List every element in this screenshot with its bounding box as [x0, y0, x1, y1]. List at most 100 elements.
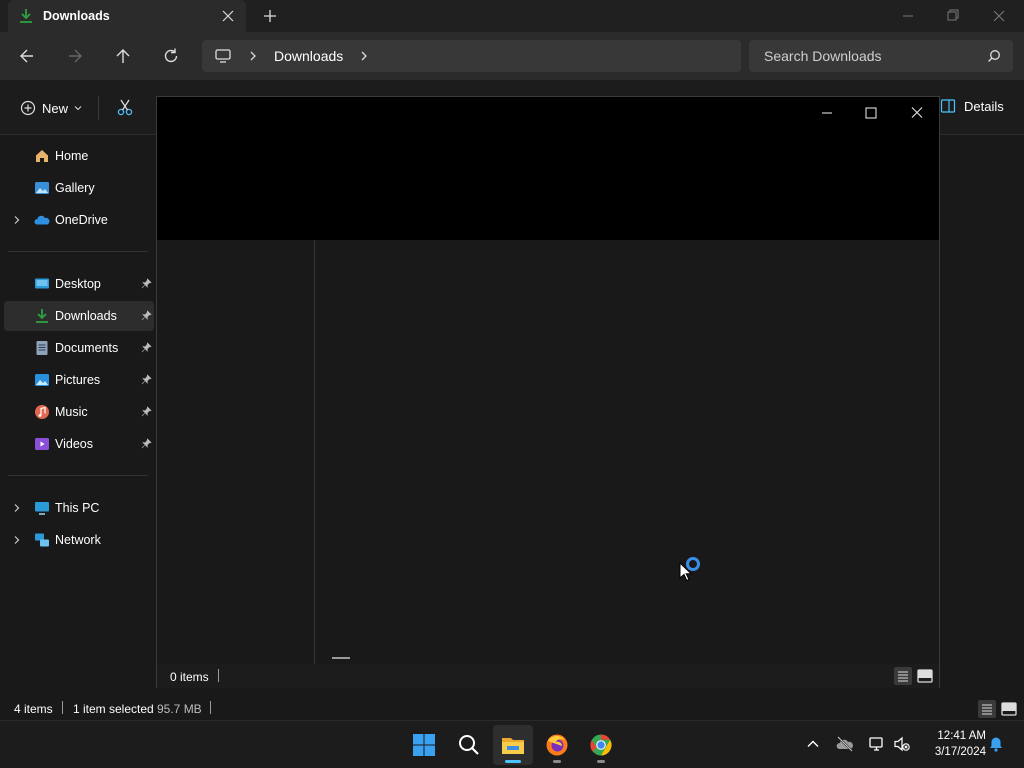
- dialog-content-area[interactable]: [316, 240, 939, 664]
- search-icon: [988, 50, 1000, 62]
- dialog-navigation-pane: [157, 240, 315, 664]
- status-bar: 4 items 1 item selected 95.7 MB: [0, 696, 1024, 720]
- search-button[interactable]: [449, 725, 489, 765]
- refresh-icon[interactable]: [161, 46, 181, 66]
- sidebar-item-downloads[interactable]: Downloads: [4, 301, 154, 331]
- large-icons-view-icon[interactable]: [915, 666, 935, 686]
- search-input[interactable]: Search Downloads: [764, 48, 882, 64]
- computer-icon: [215, 49, 231, 63]
- onedrive-offline-icon[interactable]: [836, 735, 854, 753]
- restore-icon[interactable]: [942, 6, 964, 26]
- chevron-right-icon[interactable]: [12, 215, 22, 225]
- details-button[interactable]: Details: [940, 98, 1004, 114]
- close-icon[interactable]: [906, 103, 928, 123]
- details-pane-icon: [940, 99, 956, 113]
- videos-icon: [35, 438, 49, 450]
- sidebar-item-onedrive[interactable]: OneDrive: [4, 205, 154, 235]
- dialog-item-count: 0 items: [170, 670, 209, 684]
- up-icon[interactable]: [113, 46, 133, 66]
- notification-bell-icon[interactable]: [987, 735, 1005, 753]
- details-view-icon[interactable]: [893, 666, 913, 686]
- chrome-icon: [590, 734, 612, 756]
- sidebar-item-pictures[interactable]: Pictures: [4, 365, 154, 395]
- sidebar-item-label: Documents: [55, 341, 119, 355]
- new-tab-icon[interactable]: [260, 6, 280, 26]
- pin-icon[interactable]: [141, 438, 152, 449]
- pin-icon[interactable]: [141, 406, 152, 417]
- cut-icon[interactable]: [116, 98, 134, 116]
- this-pc-icon: [35, 502, 49, 515]
- taskbar: 12:41 AM 3/17/2024: [0, 720, 1024, 768]
- back-icon[interactable]: [17, 46, 37, 66]
- start-button[interactable]: [404, 725, 444, 765]
- close-window-icon[interactable]: [988, 6, 1010, 26]
- sidebar-item-documents[interactable]: Documents: [4, 333, 154, 363]
- chevron-right-icon[interactable]: [12, 535, 22, 545]
- minimize-icon[interactable]: [897, 6, 919, 26]
- add-circle-icon: [20, 100, 36, 116]
- home-icon: [36, 150, 48, 162]
- dialog-header: [157, 97, 939, 240]
- forward-icon[interactable]: [65, 46, 85, 66]
- download-icon: [20, 9, 32, 23]
- chevron-right-icon[interactable]: [247, 50, 259, 62]
- pin-icon[interactable]: [141, 342, 152, 353]
- desktop-icon: [35, 278, 49, 289]
- chevron-down-icon: [74, 106, 82, 111]
- chevron-right-icon[interactable]: [358, 50, 370, 62]
- new-button-label: New: [42, 100, 69, 116]
- clock-time: 12:41 AM: [937, 730, 986, 742]
- downloads-icon: [36, 309, 48, 323]
- pin-icon[interactable]: [141, 310, 152, 321]
- chevron-up-icon[interactable]: [804, 735, 822, 753]
- clock-date: 3/17/2024: [934, 746, 986, 758]
- selection-count: 1 item selected: [73, 702, 154, 716]
- sidebar-item-gallery[interactable]: Gallery: [4, 173, 154, 203]
- sidebar-item-label: Music: [55, 405, 88, 419]
- firefox-icon: [546, 734, 568, 756]
- sidebar-item-desktop[interactable]: Desktop: [4, 269, 154, 299]
- chevron-right-icon[interactable]: [12, 503, 22, 513]
- system-clock[interactable]: 12:41 AM 3/17/2024: [920, 728, 986, 760]
- breadcrumb[interactable]: Downloads: [274, 48, 343, 64]
- music-icon: [35, 405, 49, 419]
- sidebar-item-label: Gallery: [55, 181, 95, 195]
- search-icon: [459, 735, 479, 755]
- details-button-label: Details: [964, 98, 1004, 114]
- sidebar-item-label: OneDrive: [55, 213, 108, 227]
- pin-icon[interactable]: [141, 374, 152, 385]
- sidebar-item-music[interactable]: Music: [4, 397, 154, 427]
- network-icon[interactable]: [868, 735, 886, 753]
- volume-muted-icon[interactable]: [893, 735, 911, 753]
- sidebar-item-label: This PC: [55, 501, 100, 515]
- dash-mark: [332, 657, 350, 659]
- new-button[interactable]: New: [20, 98, 82, 118]
- running-indicator: [553, 760, 561, 763]
- taskbar-firefox[interactable]: [537, 725, 577, 765]
- sidebar-item-label: Pictures: [55, 373, 101, 387]
- pin-icon[interactable]: [141, 278, 152, 289]
- network-icon: [35, 533, 49, 547]
- windows-logo-icon: [413, 734, 435, 756]
- maximize-icon[interactable]: [860, 103, 882, 123]
- large-icons-view-icon[interactable]: [999, 699, 1019, 719]
- tab-downloads[interactable]: Downloads: [8, 0, 246, 32]
- close-tab-icon[interactable]: [218, 6, 238, 26]
- taskbar-file-explorer[interactable]: [493, 725, 533, 765]
- divider: [218, 669, 219, 682]
- sidebar-item-this-pc[interactable]: This PC: [4, 493, 154, 523]
- title-bar: Downloads: [0, 0, 1024, 32]
- sidebar-item-label: Desktop: [55, 277, 101, 291]
- taskbar-chrome[interactable]: [581, 725, 621, 765]
- sidebar-item-videos[interactable]: Videos: [4, 429, 154, 459]
- details-view-icon[interactable]: [977, 699, 997, 719]
- onedrive-icon: [34, 215, 50, 225]
- running-indicator: [597, 760, 605, 763]
- divider: [8, 475, 148, 476]
- sidebar-item-network[interactable]: Network: [4, 525, 154, 555]
- search-box[interactable]: Search Downloads: [749, 40, 1013, 72]
- dialog-window: 0 items: [156, 96, 940, 688]
- address-bar[interactable]: Downloads: [202, 40, 741, 72]
- minimize-icon[interactable]: [816, 103, 838, 123]
- sidebar-item-home[interactable]: Home: [4, 141, 154, 171]
